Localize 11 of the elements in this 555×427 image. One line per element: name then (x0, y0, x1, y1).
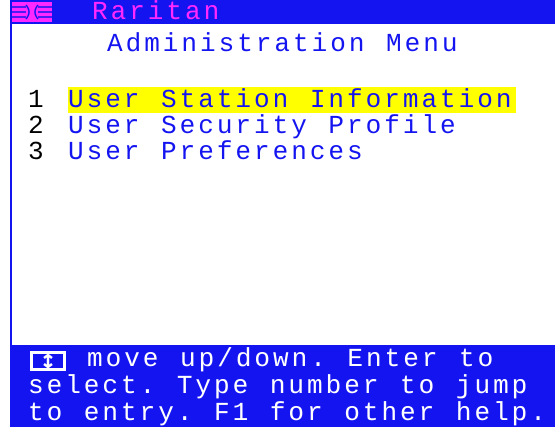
item-number: 1 (28, 87, 48, 113)
menu-item[interactable]: User Preferences (68, 139, 368, 165)
app-title: Raritan (92, 0, 222, 24)
item-number: 2 (28, 113, 48, 139)
help-text: to entry. F1 for other help. (28, 400, 550, 427)
help-text: select. Type number to jump (28, 373, 532, 400)
help-text: move up/down. Enter to (87, 346, 498, 373)
menu-item[interactable]: User Station Information (68, 87, 516, 113)
item-number: 3 (28, 139, 48, 165)
menu-title: Administration Menu (107, 29, 462, 59)
menu-item[interactable]: User Security Profile (68, 113, 461, 139)
